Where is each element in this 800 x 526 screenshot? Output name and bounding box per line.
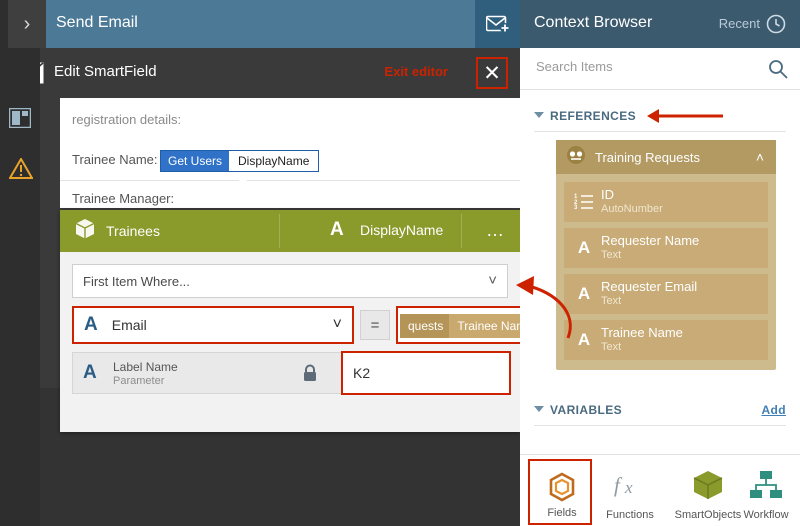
field-type: AutoNumber [601, 203, 663, 215]
smartobject-ref-icon [566, 145, 586, 170]
svg-text:f: f [614, 473, 623, 497]
filter-selector[interactable]: First Item Where... ˅ [72, 264, 508, 298]
section-divider [534, 131, 786, 132]
smartfield-config-card: Trainees A DisplayName … First Item Wher… [60, 210, 568, 432]
designer-canvas: › Send Email Edit SmartField Exit editor… [0, 0, 568, 526]
reference-card: Training Requests ˄ 1 2 3 ID AutoNumber [556, 140, 776, 370]
form-divider [60, 180, 520, 181]
section-label: REFERENCES [550, 109, 637, 123]
editor-title: Edit SmartField [54, 63, 157, 80]
workflow-icon [734, 465, 798, 505]
filter-selector-label: First Item Where... [83, 273, 190, 289]
fx-icon: f x [598, 465, 662, 505]
token-property-label: DisplayName [229, 151, 319, 171]
smartfield-token-get-users[interactable]: Get Users DisplayName [160, 150, 320, 172]
context-browser-tabs: Fields f x Functions SmartObjects Workfl… [520, 454, 800, 526]
warning-icon[interactable] [8, 157, 34, 184]
form-label-trainee-manager: Trainee Manager: [72, 191, 175, 206]
context-browser-header: Context Browser Recent [520, 0, 800, 48]
exit-editor-annotation: Exit editor [384, 64, 448, 79]
tab-workflow[interactable]: Workflow [734, 459, 798, 525]
search-icon[interactable] [768, 59, 788, 84]
close-icon[interactable]: ✕ [476, 57, 508, 89]
search-input[interactable] [534, 58, 754, 75]
tab-label: Workflow [743, 509, 789, 521]
tab-label: Fields [547, 507, 577, 519]
reference-name: Training Requests [595, 149, 701, 165]
layout-icon[interactable] [8, 107, 32, 133]
condition-property-selector[interactable]: A Email ˅ [72, 306, 354, 344]
field-name: Trainee Name [601, 325, 683, 340]
chevron-up-icon[interactable]: ˄ [756, 149, 764, 165]
smartfield-card-header: Trainees A DisplayName … [60, 210, 520, 252]
svg-text:x: x [624, 478, 633, 497]
chevron-down-icon[interactable]: ˅ [333, 316, 342, 334]
parameter-type: Parameter [113, 375, 165, 387]
text-type-icon: A [577, 238, 591, 257]
editor-titlebar: Edit SmartField Exit editor ✕ [0, 48, 520, 98]
token-source-label: Get Users [161, 151, 230, 171]
list-item[interactable]: 1 2 3 ID AutoNumber [564, 182, 768, 222]
list-item[interactable]: A Requester Name Text [564, 228, 768, 268]
header-divider-1 [279, 214, 280, 248]
recent-label[interactable]: Recent [719, 16, 760, 31]
list-item[interactable]: A Trainee Name Text [564, 320, 768, 360]
clock-icon[interactable] [766, 14, 786, 39]
step-header: › Send Email [0, 0, 520, 48]
left-icon-rail [0, 48, 40, 526]
context-browser-title: Context Browser [534, 14, 653, 31]
text-type-icon: A [577, 330, 591, 349]
chevron-down-icon [534, 406, 544, 412]
chevron-down-icon[interactable]: ˅ [488, 272, 497, 289]
section-header-references[interactable]: REFERENCES [520, 104, 800, 130]
text-type-icon: A [83, 362, 97, 383]
form-label-trainee-name: Trainee Name: [72, 152, 158, 167]
form-intro-text: registration details: [72, 112, 182, 127]
fields-icon [530, 467, 594, 507]
field-type: Text [601, 295, 622, 307]
field-name: Requester Email [601, 279, 698, 294]
header-divider-2 [461, 214, 462, 248]
add-variable-link[interactable]: Add [761, 403, 786, 417]
svg-text:3: 3 [574, 205, 578, 209]
smartfield-editor: Edit SmartField Exit editor ✕ registrati… [0, 48, 568, 432]
condition-property-label: Email [111, 317, 147, 333]
field-type: Text [601, 249, 622, 261]
smartobject-name: Trainees [106, 223, 160, 239]
text-type-icon: A [330, 219, 344, 240]
lock-icon [301, 363, 319, 388]
token-pointer [232, 172, 254, 185]
text-type-icon: A [84, 314, 98, 335]
tab-label: Functions [606, 509, 654, 521]
section-label: VARIABLES [550, 403, 623, 417]
token-source-label: quests [400, 314, 450, 338]
field-name: Requester Name [601, 233, 700, 248]
field-name: ID [601, 187, 614, 202]
section-header-variables[interactable]: VARIABLES Add [520, 398, 800, 424]
list-item[interactable]: A Requester Email Text [564, 274, 768, 314]
email-plus-icon[interactable] [475, 0, 520, 48]
selected-property-name: DisplayName [360, 222, 444, 238]
context-browser-panel: Context Browser Recent REFERENCES [520, 0, 800, 526]
reference-card-header[interactable]: Training Requests ˄ [556, 140, 776, 174]
chevron-down-icon [534, 112, 544, 118]
parameter-value: K2 [353, 365, 371, 381]
tab-fields[interactable]: Fields [528, 459, 592, 525]
tab-functions[interactable]: f x Functions [598, 459, 662, 525]
ellipsis-icon[interactable]: … [486, 220, 506, 241]
parameter-row: A Label Name Parameter K2 [72, 351, 511, 395]
parameter-value-input[interactable]: K2 [341, 351, 511, 395]
autonumber-icon: 1 2 3 [573, 191, 595, 214]
text-type-icon: A [577, 284, 591, 303]
field-type: Text [601, 341, 622, 353]
operator-label: = [370, 316, 380, 334]
smartobject-cube-icon [74, 218, 96, 245]
chevron-right-icon[interactable]: › [8, 0, 46, 48]
parameter-name: Label Name [113, 360, 178, 374]
page-title: Send Email [56, 14, 138, 31]
section-divider [534, 425, 786, 426]
search-bar[interactable] [520, 48, 800, 90]
operator-button[interactable]: = [360, 310, 390, 340]
